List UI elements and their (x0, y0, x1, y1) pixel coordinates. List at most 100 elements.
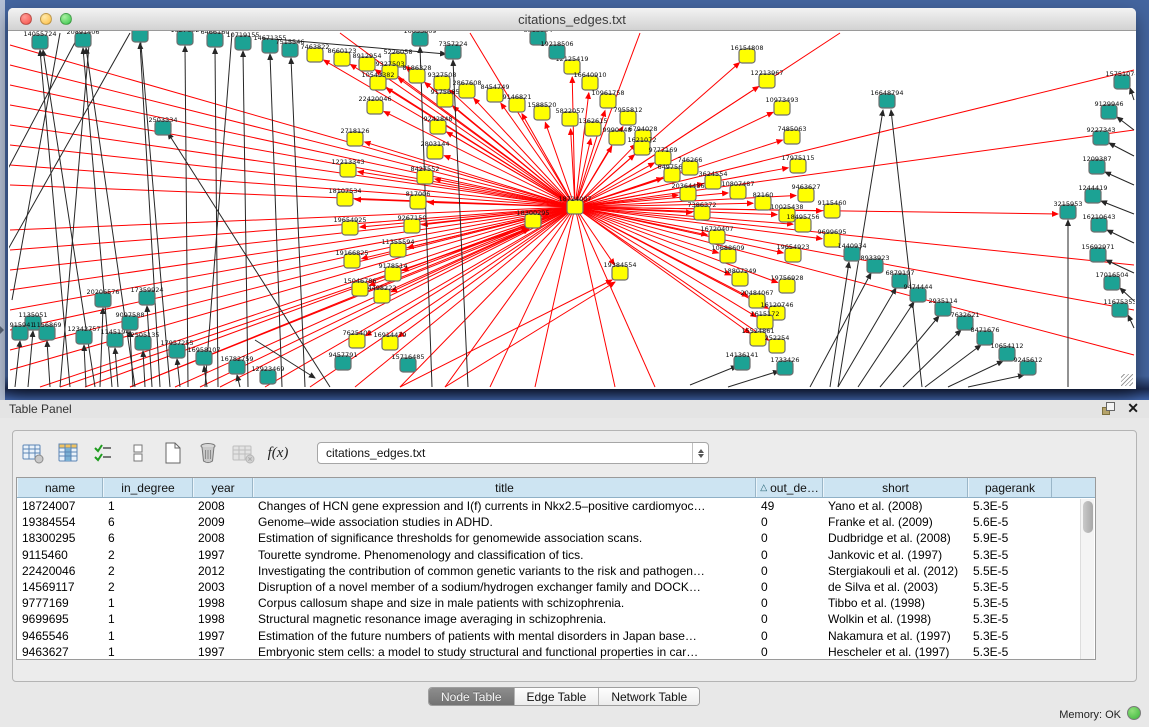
network-canvas[interactable]: 1872400718300295193845547463822866012389… (9, 31, 1135, 388)
graph-node[interactable]: 16033809 (403, 31, 436, 46)
graph-node[interactable]: 10543382 (361, 71, 394, 90)
network-window: citations_edges.txt 18724007183002951938… (8, 8, 1136, 389)
show-columns-icon[interactable] (56, 441, 80, 465)
window-resize-grip[interactable] (1121, 374, 1133, 386)
graph-node-label: 8471676 (971, 326, 1000, 334)
graph-node[interactable]: 7386372 (688, 201, 717, 220)
column-header-in_degree[interactable]: in_degree (103, 478, 193, 497)
graph-node[interactable]: 18107534 (328, 187, 361, 206)
table-cell: 0 (756, 531, 823, 545)
graph-node[interactable]: 7485063 (778, 125, 807, 144)
graph-node[interactable]: 7955812 (614, 106, 643, 125)
table-select-combobox[interactable]: citations_edges.txt (317, 442, 709, 464)
graph-node[interactable]: 9245612 (1014, 356, 1043, 375)
graph-node[interactable]: 19384554 (603, 261, 636, 280)
panel-collapse-arrow-icon[interactable] (0, 326, 4, 334)
delete-column-icon[interactable] (196, 441, 220, 465)
table-row[interactable]: 1830029562008Estimation of significance … (17, 530, 1095, 546)
table-vertical-scrollbar[interactable] (1080, 499, 1094, 659)
tab-node-table[interactable]: Node Table (429, 688, 515, 705)
table-cell: 5.3E-5 (968, 548, 1052, 562)
graph-node[interactable]: 10973493 (765, 96, 798, 115)
table-cell: 18724007 (17, 499, 103, 513)
network-graph[interactable]: 1872400718300295193845547463822866012389… (9, 31, 1135, 388)
graph-node[interactable]: 10807487 (721, 180, 754, 199)
graph-node[interactable]: 7625402 (343, 329, 372, 348)
graph-node[interactable]: 1244419 (1079, 184, 1108, 203)
graph-node[interactable]: 9242848 (424, 115, 453, 134)
graph-node[interactable]: 17016504 (1095, 271, 1128, 290)
close-panel-icon[interactable]: ✕ (1127, 401, 1139, 415)
graph-node[interactable]: 16154808 (730, 44, 763, 63)
row-height-icon[interactable] (126, 441, 150, 465)
graph-node[interactable]: 9129946 (1095, 100, 1124, 119)
graph-node[interactable]: 18807249 (723, 267, 756, 286)
graph-node[interactable]: 11675353 (1103, 298, 1135, 317)
graph-node[interactable]: 817006 (406, 190, 431, 209)
graph-node[interactable]: 12213343 (331, 158, 364, 177)
graph-node[interactable]: 22420046 (358, 95, 391, 114)
graph-node[interactable]: 1209387 (1083, 155, 1112, 174)
memory-status-icon[interactable] (1127, 706, 1141, 720)
column-header-name[interactable]: name (17, 478, 103, 497)
graph-node-label: 10654112 (990, 342, 1023, 350)
graph-node[interactable]: 9463627 (792, 183, 821, 202)
graph-node[interactable]: 1145194 (101, 328, 130, 347)
graph-node[interactable]: 17975115 (781, 154, 814, 173)
table-row[interactable]: 977716911998Corpus callosum shape and si… (17, 595, 1095, 611)
graph-node[interactable]: 6466160 (201, 31, 230, 47)
select-rows-icon[interactable] (91, 441, 115, 465)
table-row[interactable]: 911546021997Tourette syndrome. Phenomeno… (17, 547, 1095, 563)
graph-node[interactable]: 15716485 (391, 353, 424, 372)
table-row[interactable]: 946554611997Estimation of the future num… (17, 628, 1095, 644)
graph-node[interactable]: 14055724 (23, 31, 56, 49)
table-row[interactable]: 1456911722003Disruption of a novel membe… (17, 579, 1095, 595)
close-window-icon[interactable] (20, 13, 32, 25)
column-header-out_de[interactable]: △out_de… (756, 478, 823, 497)
graph-node[interactable]: 15692971 (1081, 243, 1114, 262)
graph-node[interactable]: 14136141 (725, 351, 758, 370)
tab-network-table[interactable]: Network Table (599, 688, 699, 705)
graph-node[interactable]: 1527602 (171, 31, 200, 45)
table-row[interactable]: 946362711997Embryonic stem cells: a mode… (17, 644, 1095, 660)
graph-node[interactable]: 12213967 (750, 69, 783, 88)
delete-table-icon[interactable] (231, 441, 255, 465)
graph-node[interactable]: 3215953 (1054, 200, 1083, 219)
graph-edge (243, 51, 248, 387)
graph-node[interactable]: 1588520 (528, 101, 557, 120)
graph-node[interactable]: 252254 (765, 334, 790, 353)
table-row[interactable]: 1872400712008Changes of HCN gene express… (17, 498, 1095, 514)
function-builder-icon[interactable]: f(x) (266, 441, 290, 465)
graph-node[interactable]: 12505135 (126, 331, 159, 350)
tab-edge-table[interactable]: Edge Table (515, 688, 600, 705)
graph-node[interactable]: 16648794 (870, 89, 903, 108)
graph-node[interactable]: 7357224 (439, 40, 468, 59)
column-header-short[interactable]: short (823, 478, 968, 497)
table-row[interactable]: 969969511998Structural magnetic resonanc… (17, 611, 1095, 627)
graph-node[interactable]: 20206576 (86, 288, 119, 307)
float-panel-icon[interactable] (1102, 402, 1115, 415)
table-row[interactable]: 1938455462009Genome–wide association stu… (17, 514, 1095, 530)
graph-node[interactable]: 19756928 (770, 274, 803, 293)
column-header-year[interactable]: year (193, 478, 253, 497)
graph-node[interactable]: 12923469 (251, 365, 284, 384)
graph-node[interactable]: 2718126 (341, 127, 370, 146)
zoom-window-icon[interactable] (60, 13, 72, 25)
graph-node[interactable]: 15751074 (1105, 70, 1135, 89)
column-header-pagerank[interactable]: pagerank (968, 478, 1052, 497)
graph-node[interactable]: 16210643 (1082, 213, 1115, 232)
graph-node[interactable]: 9115460 (818, 199, 847, 218)
graph-node[interactable]: 2503334 (149, 116, 178, 135)
minimize-window-icon[interactable] (40, 13, 52, 25)
graph-node[interactable]: 17359924 (130, 286, 163, 305)
table-row[interactable]: 2242004622012Investigating the contribut… (17, 563, 1095, 579)
graph-node[interactable]: 16640910 (573, 71, 606, 90)
graph-node[interactable]: 7463822 (301, 43, 330, 62)
graph-node[interactable]: 9457791 (329, 351, 358, 370)
column-header-title[interactable]: title (253, 478, 756, 497)
scrollbar-thumb[interactable] (1083, 501, 1093, 533)
table-mode-icon[interactable] (21, 441, 45, 465)
network-window-titlebar[interactable]: citations_edges.txt (8, 8, 1136, 31)
create-column-icon[interactable] (161, 441, 185, 465)
graph-node[interactable]: 20891406 (66, 31, 99, 47)
